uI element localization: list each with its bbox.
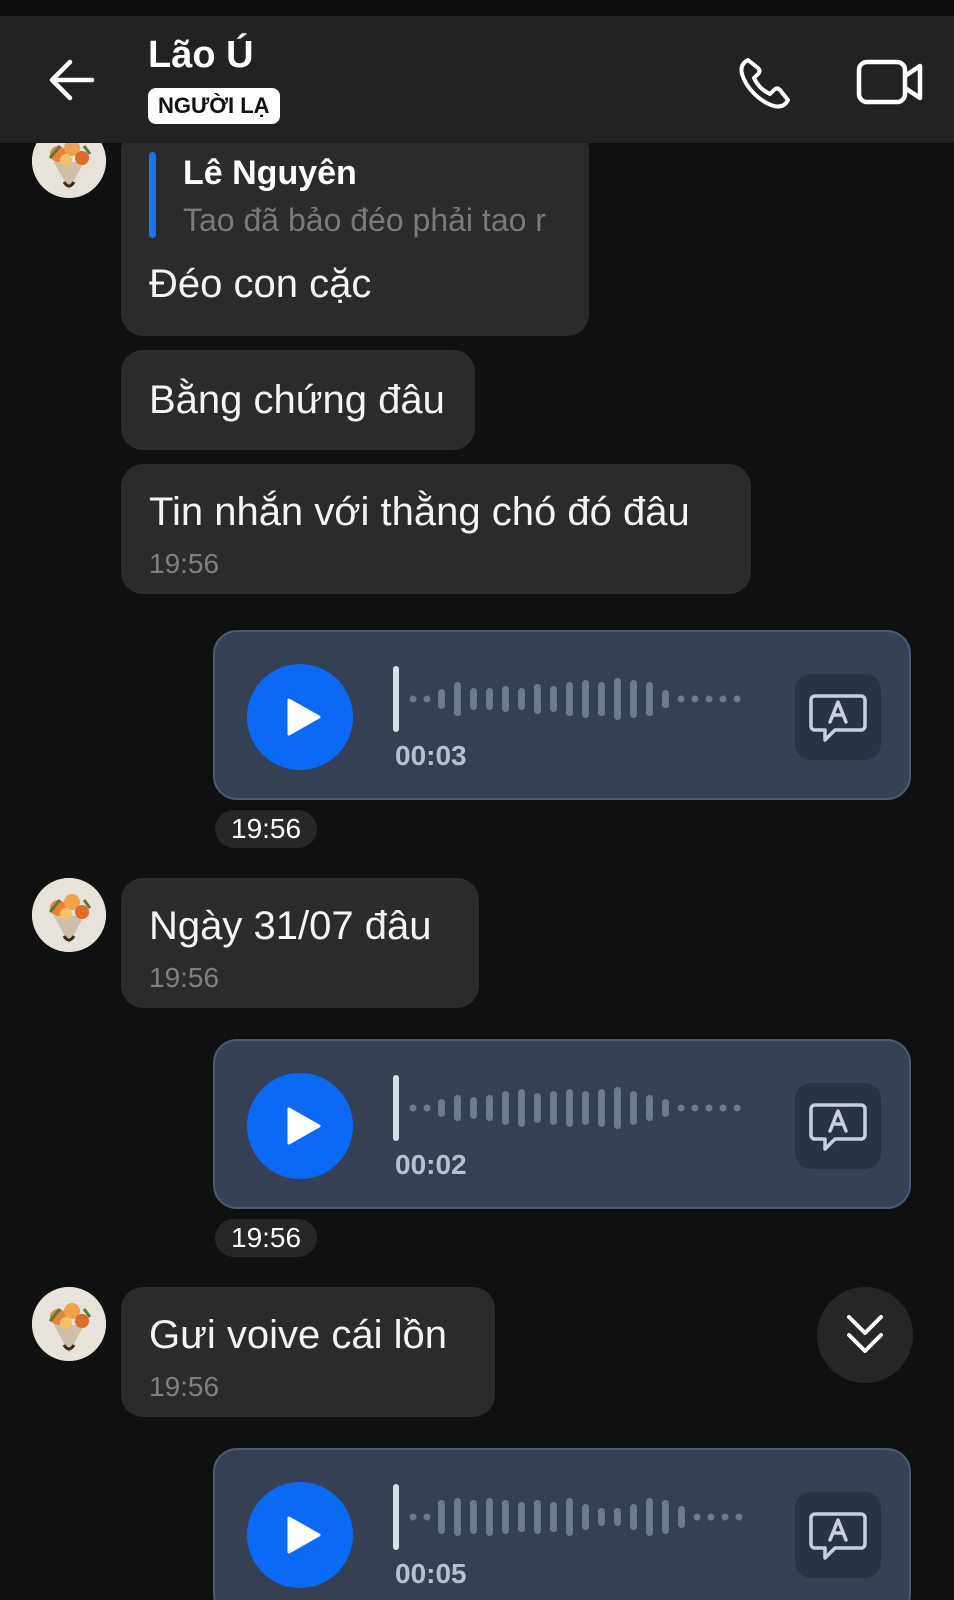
- transcribe-icon: [809, 1512, 867, 1560]
- scroll-to-bottom-button[interactable]: [817, 1287, 913, 1383]
- transcribe-button[interactable]: [795, 1492, 881, 1578]
- flower-bouquet-avatar: [32, 1287, 106, 1361]
- transcribe-icon: [809, 1103, 867, 1151]
- message-text: Ngày 31/07 đâu: [149, 904, 432, 948]
- voice-duration: 00:02: [395, 1149, 467, 1180]
- status-strip: [0, 0, 954, 16]
- voice-duration: 00:05: [395, 1558, 467, 1589]
- message-text: Bằng chứng đâu: [149, 378, 445, 422]
- message-time: 19:56: [149, 1371, 220, 1402]
- voice-message[interactable]: 00:05: [213, 1448, 911, 1600]
- chat-header: Lão Ú NGƯỜI LẠ: [0, 0, 954, 143]
- voice-message[interactable]: 00:03: [213, 630, 911, 800]
- avatar[interactable]: [32, 1287, 106, 1361]
- back-button[interactable]: [44, 52, 104, 112]
- quote-sender: Lê Nguyên: [183, 154, 357, 192]
- play-button[interactable]: [247, 1482, 353, 1588]
- stranger-badge: NGƯỜI LẠ: [148, 88, 280, 124]
- transcribe-button[interactable]: [795, 1083, 881, 1169]
- voice-duration: 00:03: [395, 740, 467, 771]
- message-text: Tin nhắn với thằng chó đó đâu: [149, 490, 690, 534]
- chat-screen: Lão Ú NGƯỜI LẠ Lê Nguyên Tao đã bảo đéo …: [0, 0, 954, 1600]
- double-chevron-down-icon: [847, 1315, 883, 1353]
- voice-timestamp: 19:56: [215, 810, 318, 848]
- message-bubble[interactable]: Bằng chứng đâu: [121, 350, 475, 450]
- message-text: Đéo con cặc: [149, 262, 372, 306]
- voice-timestamp: 19:56: [215, 1219, 318, 1257]
- message-text: Gưi voive cái lồn: [149, 1313, 448, 1357]
- transcribe-icon: [809, 694, 867, 742]
- flower-bouquet-avatar: [32, 878, 106, 952]
- avatar[interactable]: [32, 878, 106, 952]
- voice-message[interactable]: 00:02: [213, 1039, 911, 1209]
- message-time: 19:56: [149, 962, 220, 993]
- message-time: 19:56: [149, 548, 220, 579]
- message-bubble[interactable]: Ngày 31/07 đâu 19:56: [121, 878, 479, 1008]
- quote-bar: [149, 152, 156, 238]
- transcribe-button[interactable]: [795, 674, 881, 760]
- waveform: [393, 1484, 743, 1550]
- message-bubble[interactable]: Gưi voive cái lồn 19:56: [121, 1287, 495, 1417]
- video-camera-icon: [856, 59, 923, 105]
- message-bubble[interactable]: Tin nhắn với thằng chó đó đâu 19:56: [121, 464, 751, 594]
- play-button[interactable]: [247, 1073, 353, 1179]
- video-call-button[interactable]: [856, 54, 926, 114]
- arrow-left-icon: [49, 59, 95, 101]
- voice-call-button[interactable]: [734, 54, 794, 114]
- message-bubble-reply[interactable]: Lê Nguyên Tao đã bảo đéo phải tao r Đéo …: [121, 128, 589, 336]
- contact-name[interactable]: Lão Ú: [148, 34, 254, 77]
- play-button[interactable]: [247, 664, 353, 770]
- waveform: [393, 666, 741, 732]
- quote-text: Tao đã bảo đéo phải tao r: [183, 202, 546, 238]
- phone-icon: [739, 58, 790, 109]
- waveform: [393, 1075, 741, 1141]
- play-icon: [287, 698, 321, 736]
- play-icon: [287, 1107, 321, 1145]
- play-icon: [287, 1516, 321, 1554]
